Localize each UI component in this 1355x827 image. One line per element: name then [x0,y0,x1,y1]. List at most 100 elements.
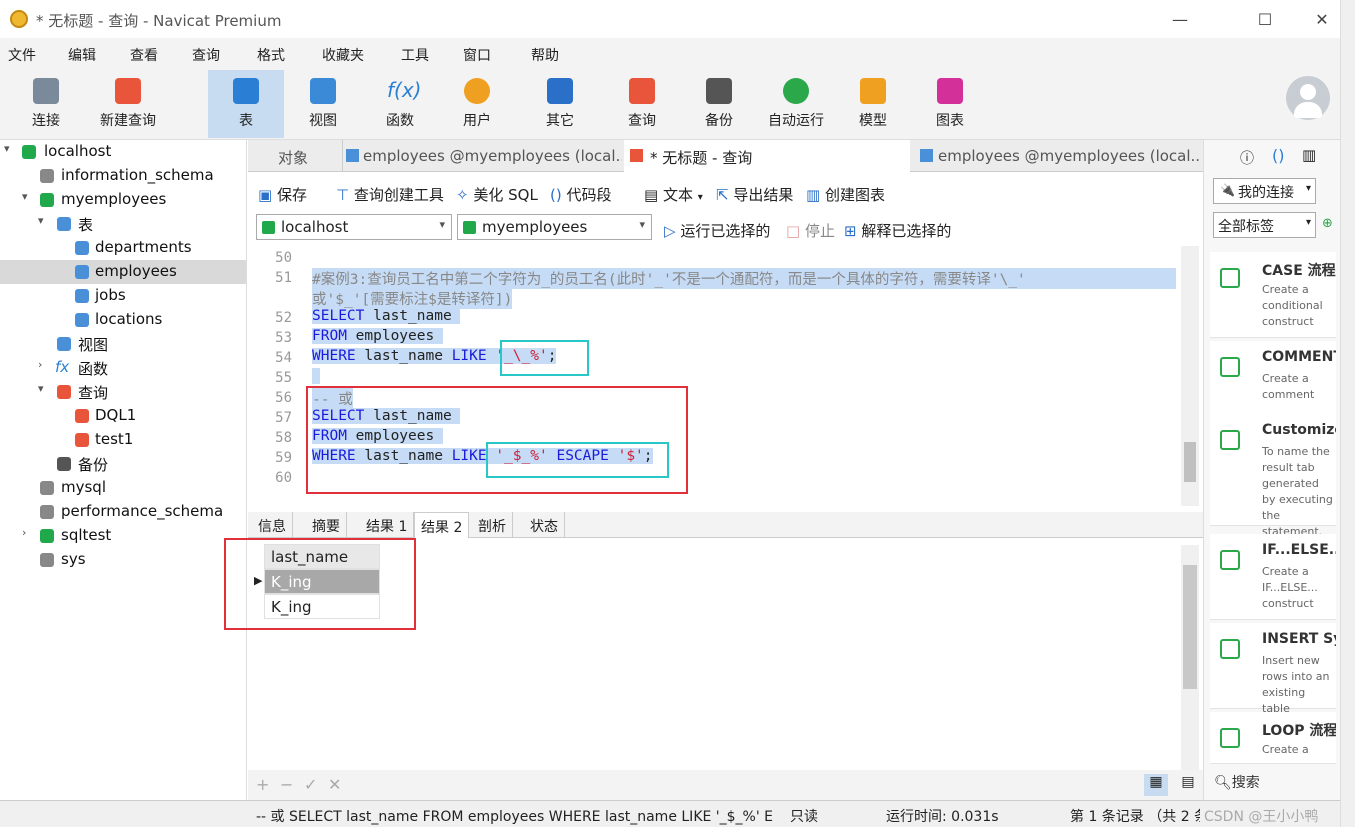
user-avatar[interactable] [1286,76,1330,120]
form-view-icon[interactable]: ▤ [1176,774,1200,796]
save-button[interactable]: ▣ 保存 [258,184,307,205]
run-selected-button[interactable]: ▷ 运行已选择的 [664,220,770,241]
toolbar-view-button[interactable]: 视图 [285,70,361,138]
beautify-sql-button[interactable]: ✧ 美化 SQL [456,184,538,205]
menu-format[interactable]: 格式 [257,45,285,65]
tree-item-test1[interactable]: test1 [0,428,246,452]
database-icon [40,169,54,183]
snippet-button[interactable]: () 代码段 [550,184,612,205]
apply-changes-button[interactable]: ✓ [304,775,317,794]
table-icon [75,289,89,303]
snippet-customize[interactable]: Customize To name the result tab generate… [1210,414,1336,538]
new-query-icon [115,78,141,104]
tab-employees-2[interactable]: employees @myemployees (local... [916,140,1200,172]
chevron-down-icon: ▾ [439,218,445,231]
snippet-icon: () [550,186,562,204]
close-button[interactable]: ✕ [1312,10,1332,29]
maximize-button[interactable]: ☐ [1255,10,1275,29]
grid-view-icon[interactable]: ▦ [1144,774,1168,796]
panel-layout-icon[interactable]: ▥ [1302,146,1316,164]
menu-window[interactable]: 窗口 [463,45,491,65]
tree-item-information-schema[interactable]: information_schema [0,164,246,188]
window-scrollbar[interactable] [1340,0,1355,827]
tab-status[interactable]: 状态 [524,512,565,538]
snippet-loop[interactable]: LOOP 流程控制Create a [1210,712,1336,764]
snippet-insert[interactable]: INSERT Sy Insert new rows into an existin… [1210,623,1336,715]
database-select[interactable]: myemployees ▾ [457,214,652,240]
stop-button[interactable]: □ 停止 [786,220,835,241]
export-result-button[interactable]: ⇱ 导出结果 [716,184,793,205]
toolbar-query-button[interactable]: 查询 [604,70,680,138]
menu-tools[interactable]: 工具 [401,45,429,65]
tab-employees-1[interactable]: employees @myemployees (local... [342,140,622,172]
sql-editor[interactable]: 50 51 52 53 54 55 56 57 58 59 60 #案例3:查询… [248,246,1181,506]
tree-item-mysql[interactable]: mysql [0,476,246,500]
discard-changes-button[interactable]: ✕ [328,775,341,794]
toolbar-model-button[interactable]: 模型 [835,70,911,138]
toolbar-table-button[interactable]: 表 [208,70,284,138]
tree-item-employees[interactable]: employees [0,260,246,284]
add-tag-icon[interactable]: ⊕ [1322,216,1333,231]
delete-record-button[interactable]: − [280,775,293,794]
menu-favorites[interactable]: 收藏夹 [322,45,364,65]
chevron-down-icon: ▾ [1305,217,1311,228]
text-button[interactable]: ▤ 文本 ▾ [644,184,703,205]
tab-result-1[interactable]: 结果 1 [360,512,415,538]
tab-info[interactable]: 信息 [252,512,293,538]
toolbar-others-button[interactable]: 其它 [522,70,598,138]
tab-untitled-query[interactable]: * 无标题 - 查询 [624,140,910,172]
connection-select[interactable]: localhost ▾ [256,214,452,240]
tree-item-sqltest[interactable]: › sqltest [0,524,246,548]
snippet-case[interactable]: CASE 流程控制Create a conditional construct [1210,252,1336,338]
plug-icon: 🔌 [1220,183,1235,197]
query-builder-button[interactable]: ⊤ 查询创建工具 [336,184,444,205]
tree-item-myemployees[interactable]: ▾ myemployees [0,188,246,212]
toolbar-new-query-button[interactable]: 新建查询 [90,70,166,138]
snippet-code-icon [1220,268,1240,288]
create-chart-button[interactable]: ▥ 创建图表 [806,184,885,205]
snippet-if-else[interactable]: IF...ELSE...Create a IF...ELSE... constr… [1210,534,1336,620]
snippet-search[interactable]: 🔍︎搜索 [1214,772,1260,792]
grid-scrollbar[interactable] [1181,545,1199,770]
tree-item-functions[interactable]: › fx 函数 [0,356,246,380]
toolbar-connect-button[interactable]: 连接 [8,70,84,138]
annotation-box-pattern2 [486,442,669,478]
menu-view[interactable]: 查看 [130,45,158,65]
snippet-icon[interactable]: () [1272,146,1284,165]
tree-item-departments[interactable]: departments [0,236,246,260]
toolbar-user-button[interactable]: 用户 [439,70,515,138]
tab-profile[interactable]: 剖析 [472,512,513,538]
menu-query[interactable]: 查询 [192,45,220,65]
toolbar-chart-button[interactable]: 图表 [912,70,988,138]
tree-item-tables[interactable]: ▾ 表 [0,212,246,236]
tree-item-performance-schema[interactable]: performance_schema [0,500,246,524]
minimize-button[interactable]: — [1170,10,1190,29]
navicat-logo-icon [10,10,28,28]
scroll-thumb[interactable] [1183,565,1197,689]
menu-file[interactable]: 文件 [8,45,36,65]
tab-objects[interactable]: 对象 [278,140,308,172]
tree-item-jobs[interactable]: jobs [0,284,246,308]
toolbar-automation-button[interactable]: 自动运行 [758,70,834,138]
toolbar-function-button[interactable]: f(x) 函数 [362,70,438,138]
tree-item-queries[interactable]: ▾ 查询 [0,380,246,404]
tree-item-backup[interactable]: 备份 [0,452,246,476]
connection-filter-select[interactable]: 🔌 我的连接 ▾ [1213,178,1316,204]
tree-item-dql1[interactable]: DQL1 [0,404,246,428]
tree-item-locations[interactable]: locations [0,308,246,332]
tree-item-views[interactable]: 视图 [0,332,246,356]
menu-edit[interactable]: 编辑 [68,45,96,65]
tab-result-2[interactable]: 结果 2 [414,512,470,538]
tree-item-localhost[interactable]: ▾ localhost [0,140,246,164]
add-record-button[interactable]: + [256,775,269,794]
info-icon[interactable]: ⓘ [1240,148,1254,168]
editor-scrollbar[interactable] [1181,246,1199,506]
tree-item-sys[interactable]: sys [0,548,246,572]
toolbar-backup-button[interactable]: 备份 [681,70,757,138]
tab-summary[interactable]: 摘要 [306,512,347,538]
menu-help[interactable]: 帮助 [531,45,559,65]
explain-selected-button[interactable]: ⊞ 解释已选择的 [844,220,951,241]
tag-filter-select[interactable]: 全部标签 ▾ [1213,212,1316,238]
scroll-thumb[interactable] [1184,442,1196,482]
result-grid: last_name ▶ K_ing K_ing [224,538,1181,770]
